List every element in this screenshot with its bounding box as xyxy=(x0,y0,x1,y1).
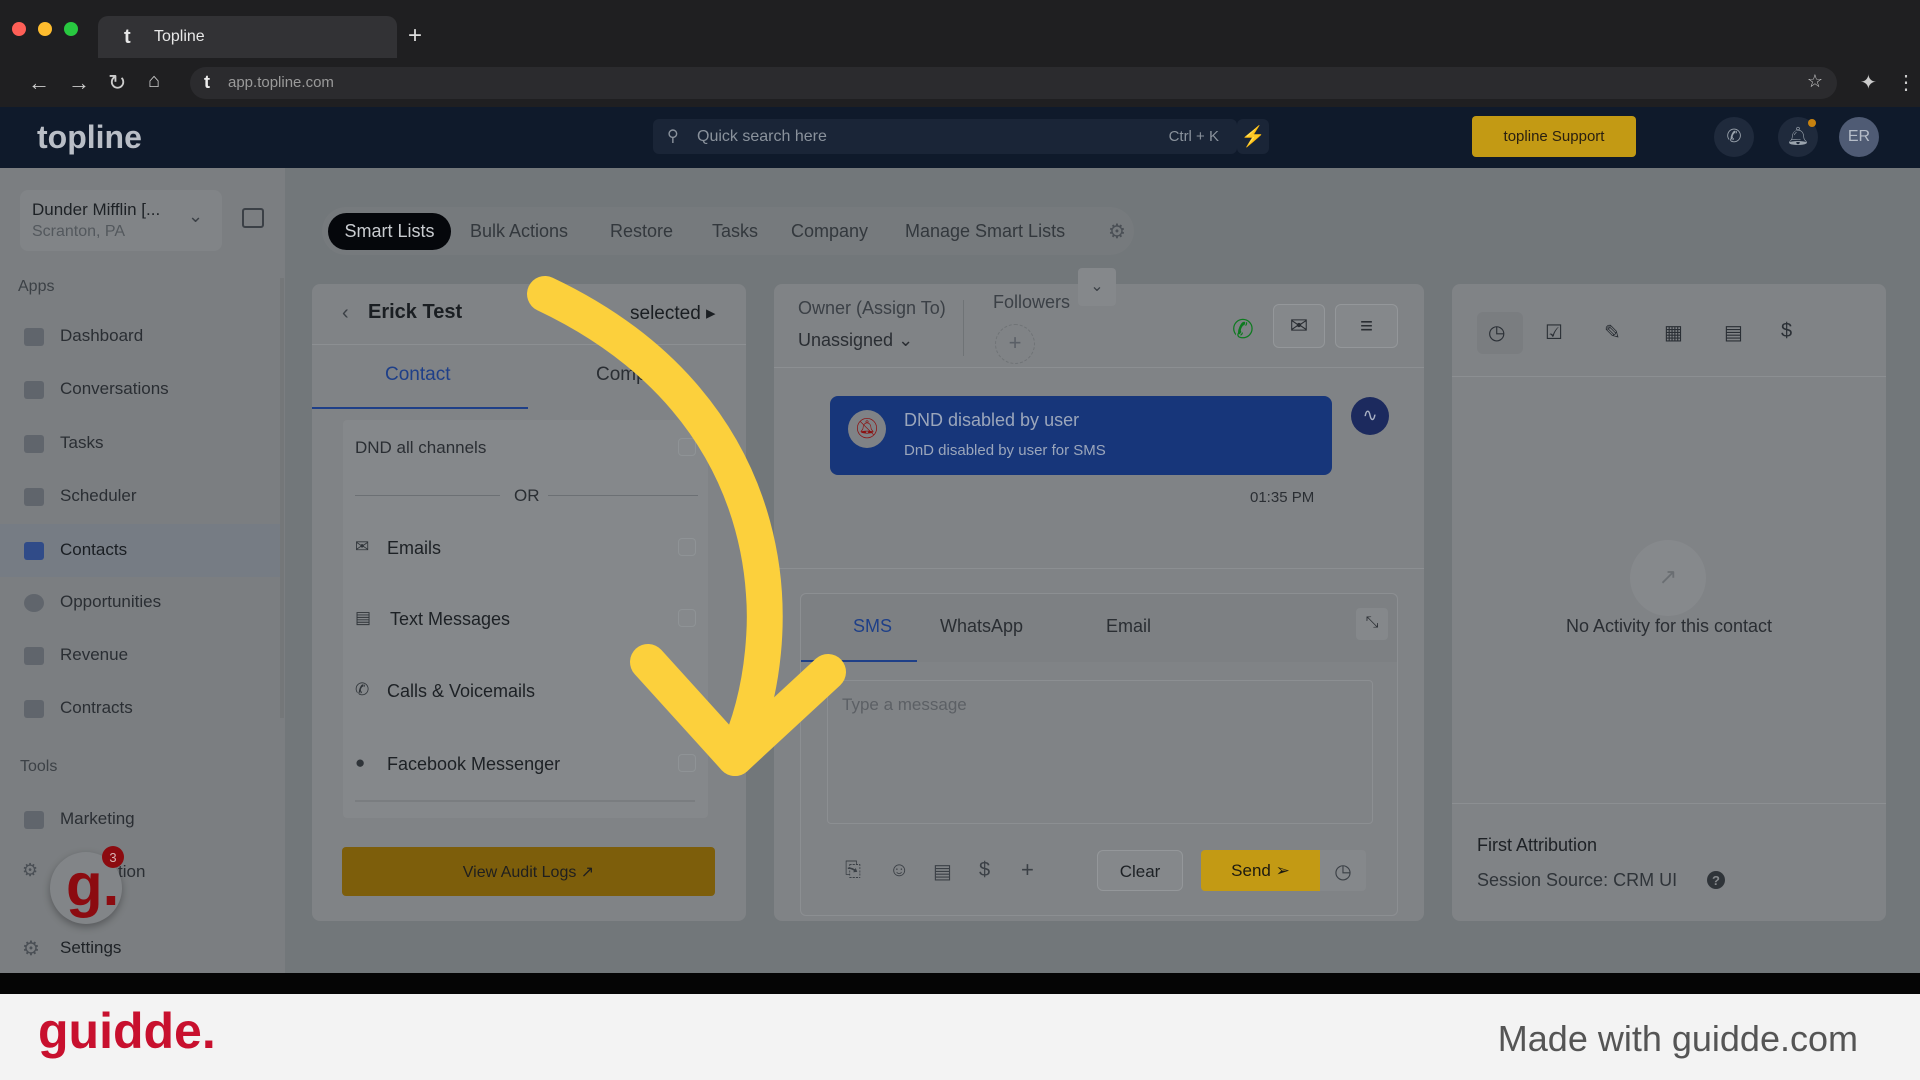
bottom-band xyxy=(0,973,1920,994)
guidde-logo: guidde. xyxy=(38,1003,216,1059)
footer: guidde. Made with guidde.com xyxy=(0,994,1920,1080)
footer-credit: Made with guidde.com xyxy=(1497,1018,1858,1059)
guidde-arrow xyxy=(527,276,846,776)
